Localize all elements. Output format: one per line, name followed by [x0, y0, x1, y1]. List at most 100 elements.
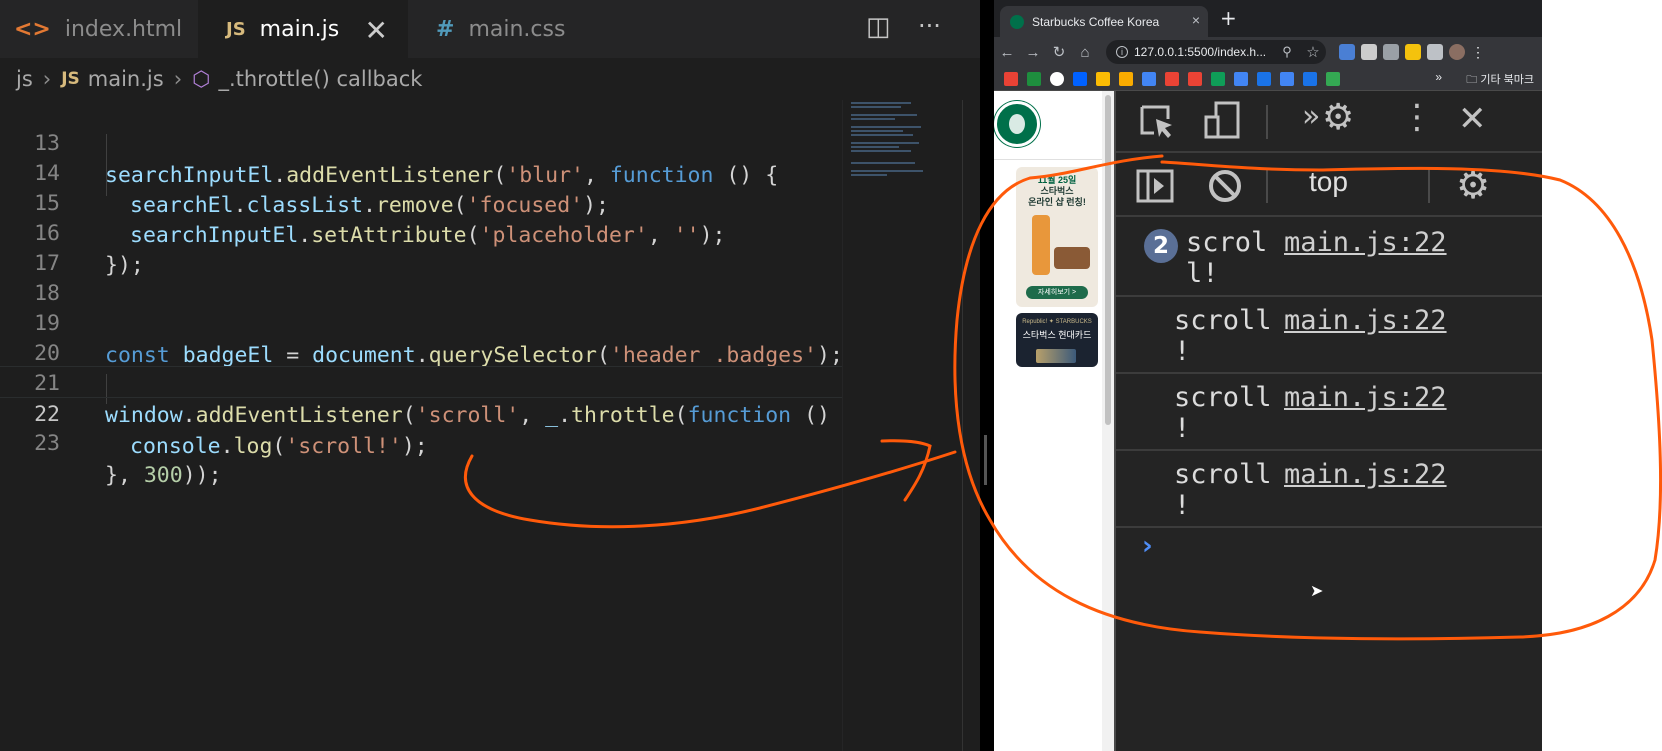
- translate-extension-icon[interactable]: [1339, 44, 1355, 60]
- tab-index-html[interactable]: <> index.html: [0, 0, 198, 58]
- divider: [1266, 169, 1268, 203]
- more-actions-icon[interactable]: ···: [918, 12, 941, 40]
- drink-image: [1032, 215, 1050, 275]
- bookmark-icon[interactable]: [1257, 71, 1271, 86]
- js-file-icon: JS: [226, 18, 246, 40]
- badge-online-shop[interactable]: 11월 25일 스타벅스 온라인 샵 런칭! 자세히보기 >: [1016, 167, 1098, 307]
- kebab-menu-icon[interactable]: ⋮: [1400, 97, 1434, 137]
- browser-tab-strip: Starbucks Coffee Korea × +: [994, 0, 1542, 37]
- badge-line: 온라인 샵 런칭!: [1028, 197, 1086, 207]
- bookmark-icon[interactable]: [1119, 71, 1133, 86]
- code-line-23: 23 }, 300));: [0, 396, 842, 488]
- extension-icon[interactable]: [1405, 44, 1421, 60]
- tab-main-js[interactable]: JS main.js ✕: [198, 0, 408, 58]
- devtools-toolbar: » ⚙ ⋮ ✕: [1116, 91, 1542, 153]
- source-link[interactable]: main.js:22: [1284, 382, 1447, 413]
- bookmark-icon[interactable]: [1303, 71, 1317, 86]
- source-link[interactable]: main.js:22: [1284, 227, 1447, 258]
- code-editor[interactable]: 13 searchInputEl.addEventListener('blur'…: [0, 100, 856, 751]
- editor-scrollbar[interactable]: [962, 100, 980, 751]
- gear-icon[interactable]: ⚙: [1456, 163, 1490, 207]
- drag-handle[interactable]: [984, 435, 987, 485]
- info-icon[interactable]: i: [1116, 46, 1128, 58]
- code-line-15: 15 searchInputEl.setAttribute('placehold…: [0, 156, 842, 248]
- close-icon[interactable]: ✕: [1458, 99, 1487, 139]
- google-icon[interactable]: [1050, 71, 1064, 86]
- css-file-icon: #: [436, 16, 455, 42]
- back-icon[interactable]: ←: [994, 44, 1020, 61]
- zoom-icon[interactable]: ⚲: [1274, 44, 1300, 60]
- chrome-window: Starbucks Coffee Korea × + ← → ↻ ⌂ i 127…: [994, 0, 1542, 751]
- source-link[interactable]: main.js:22: [1284, 459, 1447, 490]
- other-bookmarks-folder[interactable]: 🗀 기타 북마크: [1466, 71, 1534, 90]
- forward-icon[interactable]: →: [1020, 44, 1046, 61]
- gear-icon[interactable]: ⚙: [1322, 97, 1354, 138]
- minimap[interactable]: [842, 100, 960, 751]
- tab-main-css[interactable]: # main.css: [408, 0, 618, 58]
- apps-icon[interactable]: [1004, 71, 1018, 86]
- code-line-19: 19 const badgeEl = document.querySelecto…: [0, 276, 843, 368]
- device-toolbar-icon[interactable]: [1204, 101, 1240, 141]
- more-tabs-icon[interactable]: »: [1302, 99, 1320, 134]
- console-prompt[interactable]: ›: [1142, 531, 1153, 561]
- bookmark-star-icon[interactable]: ☆: [1300, 43, 1326, 61]
- clear-console-icon[interactable]: [1208, 169, 1242, 203]
- page-scrollbar[interactable]: [1102, 91, 1114, 751]
- console-message: 2 scrol l! main.js:22: [1116, 219, 1542, 297]
- translate-icon[interactable]: [1280, 71, 1294, 86]
- starbucks-favicon: [1010, 14, 1024, 29]
- console-message: scroll ! main.js:22: [1116, 297, 1542, 374]
- browser-tab-starbucks[interactable]: Starbucks Coffee Korea ×: [1000, 6, 1208, 37]
- pen-extension-icon[interactable]: [1361, 44, 1377, 60]
- window-splitter[interactable]: [980, 0, 994, 751]
- background: [1542, 0, 1662, 751]
- divider: [1266, 105, 1268, 139]
- badge-title: 스타벅스 현대카드: [1022, 330, 1092, 340]
- bookmark-icon[interactable]: [1142, 71, 1156, 86]
- home-icon[interactable]: ⌂: [1072, 44, 1098, 61]
- profile-avatar[interactable]: [1449, 44, 1465, 60]
- breadcrumb-file[interactable]: main.js: [88, 67, 164, 91]
- divider: [994, 159, 1102, 160]
- starbucks-logo[interactable]: [994, 101, 1040, 147]
- breadcrumb-folder[interactable]: js: [16, 67, 33, 91]
- browser-toolbar: ← → ↻ ⌂ i 127.0.0.1:5500/index.h... ⚲ ☆ …: [994, 37, 1542, 67]
- bookmark-icon[interactable]: [1027, 71, 1041, 86]
- drive-icon[interactable]: [1096, 71, 1110, 86]
- breadcrumb-symbol[interactable]: _.throttle() callback: [218, 67, 422, 91]
- context-selector[interactable]: top: [1309, 166, 1348, 198]
- reload-icon[interactable]: ↻: [1046, 43, 1072, 61]
- chevron-right-icon: ›: [42, 67, 52, 91]
- dropbox-icon[interactable]: [1073, 71, 1087, 86]
- badge-line: 스타벅스: [1040, 186, 1074, 196]
- page-viewport: 11월 25일 스타벅스 온라인 샵 런칭! 자세히보기 > Republic!…: [994, 91, 1102, 751]
- gmail-icon[interactable]: [1188, 71, 1202, 86]
- split-editor-icon[interactable]: ◫: [866, 12, 891, 42]
- folder-label: 기타 북마크: [1480, 74, 1534, 86]
- devtools-panel: » ⚙ ⋮ ✕ top ⚙ 2 scrol l! main.js:22 scro…: [1114, 91, 1542, 751]
- badge-hyundai-card[interactable]: Republic! ✦ STARBUCKS 스타벅스 현대카드: [1016, 313, 1098, 367]
- bookmark-icon[interactable]: [1326, 71, 1340, 86]
- code-line-21: 21 window.addEventListener('scroll', _.t…: [0, 336, 856, 428]
- source-link[interactable]: main.js:22: [1284, 305, 1447, 336]
- code-line-14: 14 searchEl.classList.remove('focused');: [0, 126, 842, 218]
- puzzle-icon[interactable]: [1427, 44, 1443, 60]
- new-tab-icon[interactable]: +: [1220, 6, 1237, 30]
- kebab-menu-icon[interactable]: ⋮: [1471, 44, 1485, 61]
- repeat-count-badge: 2: [1144, 229, 1178, 263]
- docs-icon[interactable]: [1234, 71, 1248, 86]
- bookmarks-overflow-icon[interactable]: »: [1435, 70, 1442, 84]
- editor-tab-bar: <> index.html JS main.js ✕ # main.css ◫ …: [0, 0, 980, 58]
- inspect-element-icon[interactable]: [1138, 103, 1176, 141]
- show-sidebar-icon[interactable]: [1136, 169, 1174, 203]
- camera-extension-icon[interactable]: [1383, 44, 1399, 60]
- scrollbar-thumb[interactable]: [1105, 95, 1111, 425]
- gmail-icon[interactable]: [1165, 71, 1179, 86]
- bookmarks-bar: » 🗀 기타 북마크: [994, 67, 1542, 91]
- sheets-icon[interactable]: [1211, 71, 1225, 86]
- badge-brand: Republic! ✦ STARBUCKS: [1022, 319, 1092, 325]
- details-button[interactable]: 자세히보기 >: [1026, 286, 1088, 299]
- close-icon[interactable]: ×: [1192, 12, 1200, 28]
- close-icon[interactable]: ✕: [365, 14, 388, 47]
- card-image: [1036, 349, 1076, 363]
